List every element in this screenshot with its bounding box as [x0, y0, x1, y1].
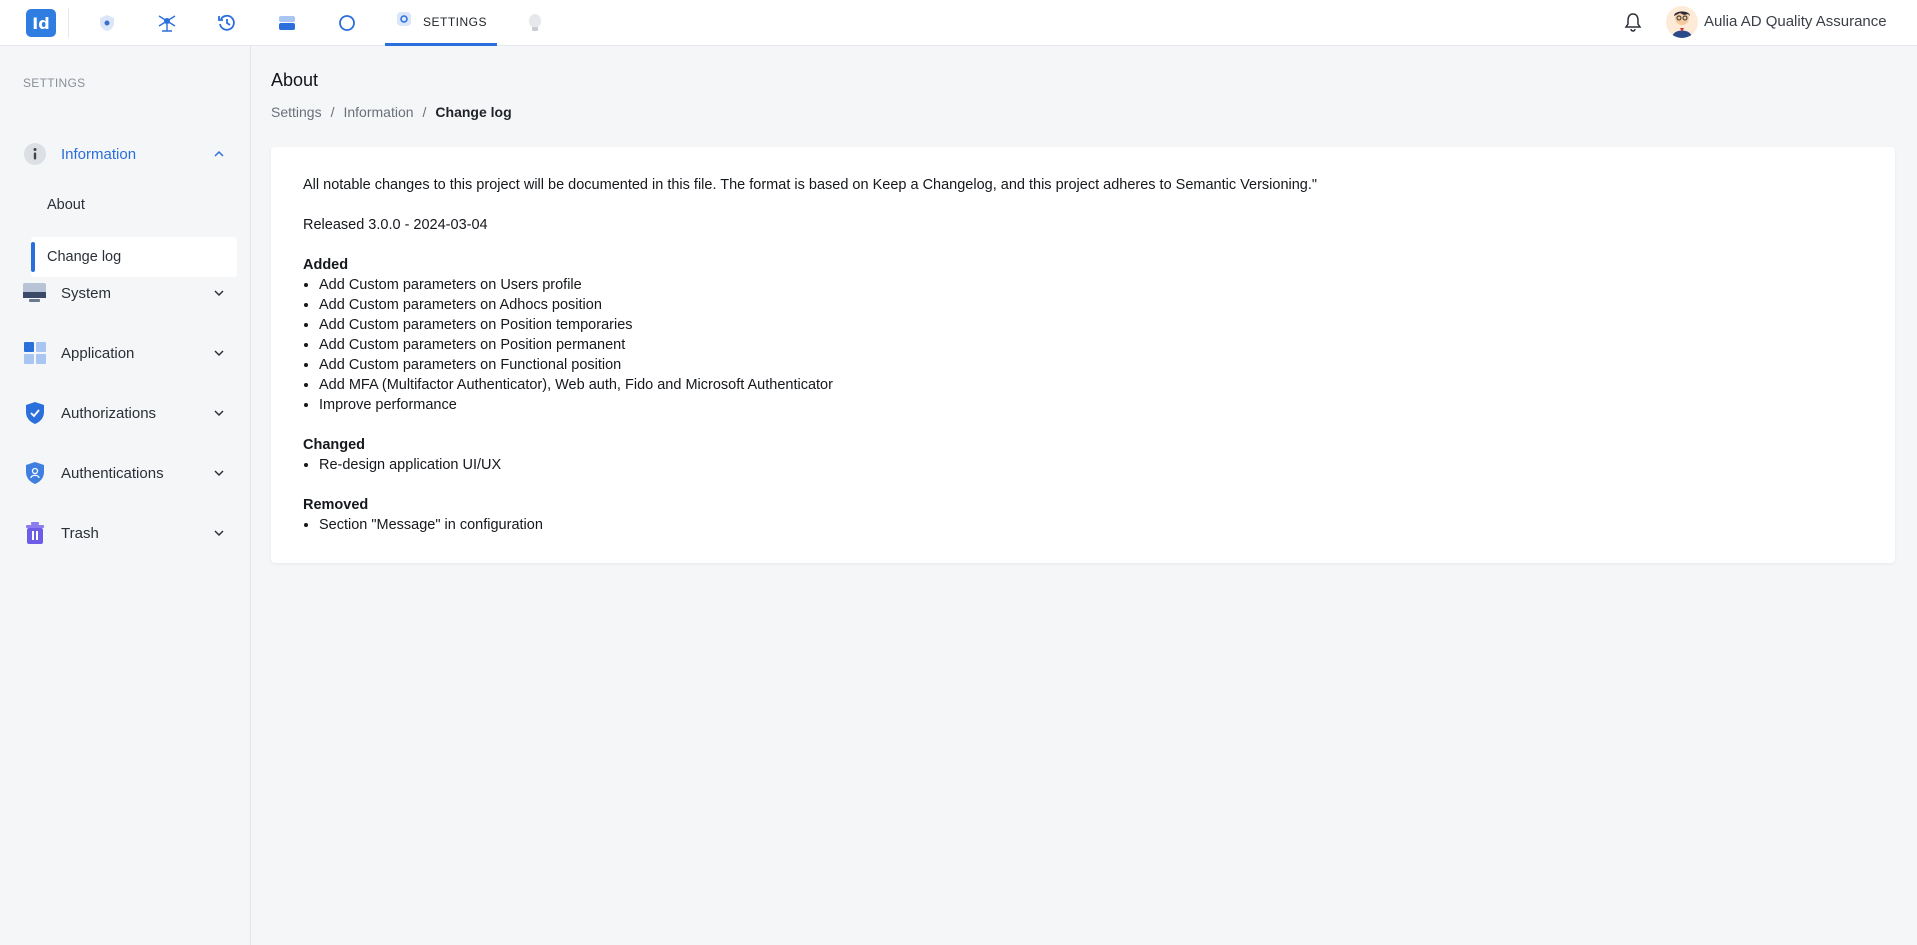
- list-item: Add Custom parameters on Position perman…: [319, 335, 1317, 355]
- list-item: Add Custom parameters on Users profile: [319, 275, 1317, 295]
- changelog-content: All notable changes to this project will…: [303, 175, 1317, 535]
- sidebar-item-label: Authorizations: [61, 404, 157, 422]
- list-item: Improve performance: [319, 395, 1317, 415]
- app-logo[interactable]: Id: [26, 9, 56, 37]
- chevron-down-icon: [212, 286, 226, 300]
- monitor-icon: [22, 281, 47, 306]
- apps-grid-icon: [22, 341, 47, 366]
- changelog-card: All notable changes to this project will…: [271, 147, 1895, 563]
- settings-icon: [395, 10, 413, 33]
- logo-divider: [68, 8, 69, 38]
- breadcrumb-current: Change log: [435, 104, 512, 120]
- removed-list: Section "Message" in configuration: [303, 515, 1317, 535]
- breadcrumb-separator: /: [330, 104, 335, 120]
- sidebar-item-information[interactable]: Information: [22, 136, 230, 172]
- list-item: Add Custom parameters on Adhocs position: [319, 295, 1317, 315]
- sidebar: SETTINGS Information About Change log Sy…: [0, 46, 251, 945]
- changed-heading: Changed: [303, 437, 366, 453]
- breadcrumb: Settings / Information / Change log: [271, 104, 512, 120]
- release-line: Released 3.0.0 - 2024-03-04: [303, 217, 488, 233]
- sidebar-item-authorizations[interactable]: Authorizations: [22, 395, 230, 431]
- tab-settings-label: SETTINGS: [422, 14, 487, 29]
- trash-icon: [22, 521, 47, 546]
- shield-check-icon: [22, 401, 47, 426]
- sidebar-item-label: Authentications: [61, 464, 164, 482]
- sidebar-item-authentications[interactable]: Authentications: [22, 455, 230, 491]
- breadcrumb-information[interactable]: Information: [343, 104, 413, 120]
- chevron-up-icon: [212, 147, 226, 161]
- changelog-intro: All notable changes to this project will…: [303, 177, 1318, 193]
- sidebar-item-label: Trash: [61, 524, 99, 542]
- sidebar-item-label: System: [61, 284, 112, 302]
- chevron-down-icon: [212, 466, 226, 480]
- breadcrumb-separator: /: [422, 104, 427, 120]
- shield-user-icon: [22, 461, 47, 486]
- breadcrumb-settings[interactable]: Settings: [271, 104, 322, 120]
- list-item: Re-design application UI/UX: [319, 455, 1317, 475]
- page-title: About: [271, 70, 319, 90]
- chevron-down-icon: [212, 406, 226, 420]
- sidebar-item-label: Application: [61, 344, 135, 362]
- list-item: Add MFA (Multifactor Authenticator), Web…: [319, 375, 1317, 395]
- added-heading: Added: [303, 257, 349, 273]
- tab-settings[interactable]: SETTINGS: [385, 0, 497, 46]
- avatar[interactable]: [1666, 6, 1698, 38]
- sidebar-item-label: Information: [61, 145, 137, 163]
- top-navigation-bar: Id SETTINGS Aulia AD Quality Assurance: [0, 0, 1917, 46]
- chevron-down-icon: [212, 526, 226, 540]
- sidebar-item-application[interactable]: Application: [22, 335, 230, 371]
- sidebar-item-system[interactable]: System: [22, 275, 230, 311]
- list-item: Section "Message" in configuration: [319, 515, 1317, 535]
- network-hub-icon[interactable]: [154, 10, 180, 36]
- sidebar-subitem-about[interactable]: About: [31, 185, 237, 225]
- history-icon[interactable]: [214, 10, 240, 36]
- sidebar-item-trash[interactable]: Trash: [22, 515, 230, 551]
- sidebar-subitem-change-log[interactable]: Change log: [31, 237, 237, 277]
- removed-heading: Removed: [303, 497, 369, 513]
- storage-icon[interactable]: [274, 10, 300, 36]
- notification-bell-icon[interactable]: [1622, 11, 1644, 33]
- info-icon: [22, 142, 47, 167]
- list-item: Add Custom parameters on Position tempor…: [319, 315, 1317, 335]
- bulb-icon[interactable]: [522, 10, 548, 36]
- sidebar-title: SETTINGS: [23, 76, 86, 90]
- changed-list: Re-design application UI/UX: [303, 455, 1317, 475]
- user-name[interactable]: Aulia AD Quality Assurance: [1704, 13, 1887, 30]
- chevron-down-icon: [212, 346, 226, 360]
- shield-badge-icon[interactable]: [94, 10, 120, 36]
- list-item: Add Custom parameters on Functional posi…: [319, 355, 1317, 375]
- added-list: Add Custom parameters on Users profile A…: [303, 275, 1317, 415]
- circle-icon[interactable]: [334, 10, 360, 36]
